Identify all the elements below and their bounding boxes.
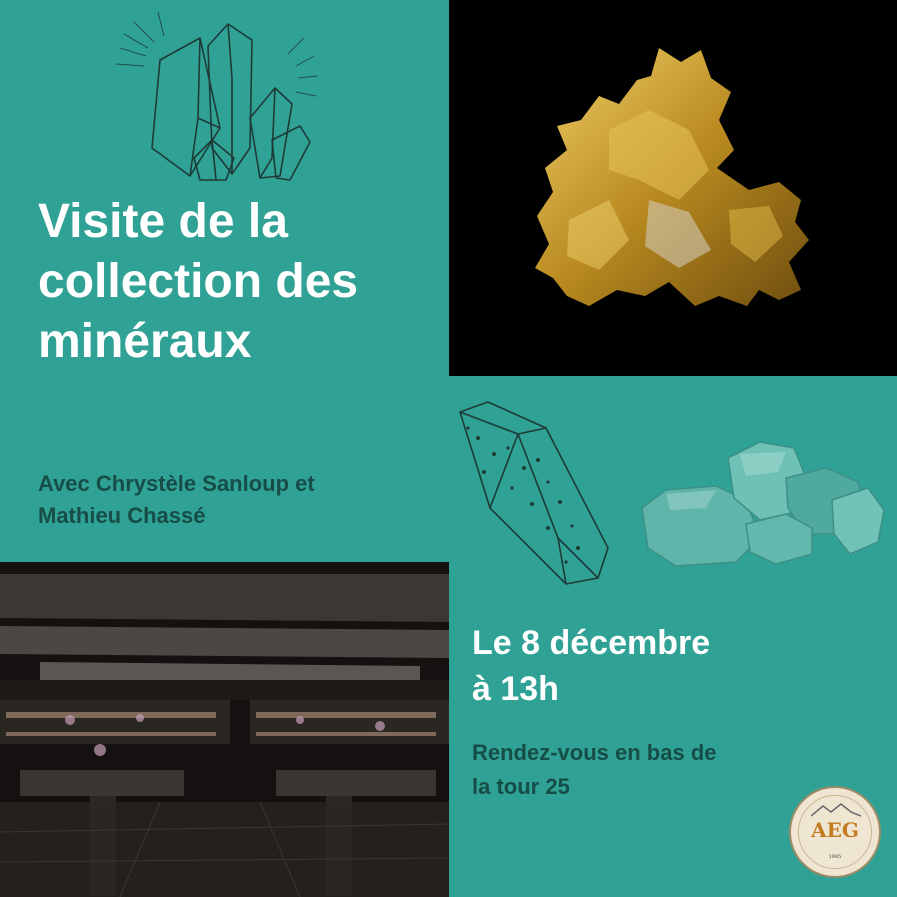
meeting-line: Rendez-vous en bas de <box>472 740 717 765</box>
mineral-gallery-photo <box>0 562 449 897</box>
time-line: à 13h <box>472 670 559 708</box>
title-line: collection des <box>38 255 359 308</box>
gold-nugget-photo <box>449 0 897 376</box>
logo-text: AEG <box>811 818 859 842</box>
meeting-line: la tour 25 <box>472 774 570 799</box>
title-line: minéraux <box>38 315 252 368</box>
speakers-line: Mathieu Chassé <box>38 503 206 528</box>
crystal-prism-icon <box>459 401 609 585</box>
speakers-text: Avec Chrystèle Sanloup et Mathieu Chassé <box>38 468 438 532</box>
event-date: Le 8 décembre à 13h <box>472 620 892 712</box>
logo-year: 1985 <box>828 854 842 860</box>
mountain-icon <box>811 803 861 817</box>
date-line: Le 8 décembre <box>472 624 711 662</box>
speakers-line: Avec Chrystèle Sanloup et <box>38 471 315 496</box>
crystal-cluster-icon <box>115 11 319 181</box>
aeg-logo: AEG 1985 <box>789 786 881 878</box>
meeting-point: Rendez-vous en bas de la tour 25 <box>472 736 802 804</box>
gemstone-rocks-icon <box>641 441 885 567</box>
page-title: Visite de la collection des minéraux <box>38 192 458 372</box>
title-line: Visite de la <box>38 195 288 248</box>
